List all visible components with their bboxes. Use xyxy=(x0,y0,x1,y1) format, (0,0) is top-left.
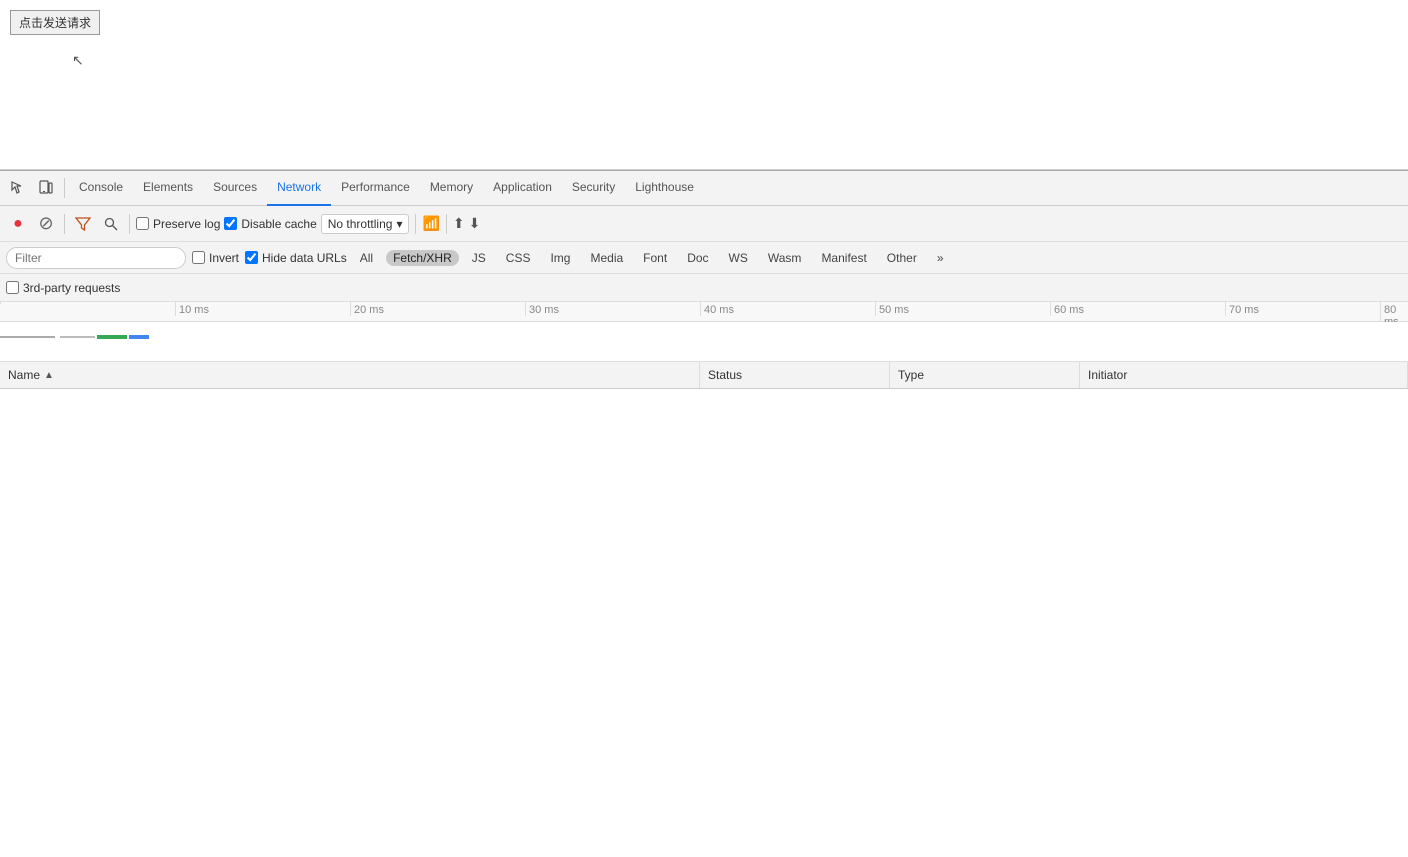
filter-input[interactable] xyxy=(6,247,186,269)
timeline-area: 10 ms 20 ms 30 ms 40 ms 50 ms 60 ms 70 m… xyxy=(0,302,1408,362)
timeline-waterfall xyxy=(0,334,149,340)
filter-chip-media[interactable]: Media xyxy=(583,250,630,266)
filter-requests-button[interactable] xyxy=(71,212,95,236)
wf-segment-green xyxy=(97,335,127,339)
filter-bar: Invert Hide data URLs All Fetch/XHR JS C… xyxy=(0,242,1408,274)
ruler-40ms: 40 ms xyxy=(700,302,734,316)
filter-chip-more[interactable]: » xyxy=(930,250,951,266)
page-area: 点击发送请求 ↖ xyxy=(0,0,1408,170)
ruler-30ms: 30 ms xyxy=(525,302,559,316)
inspect-element-icon[interactable] xyxy=(4,174,32,202)
invert-checkbox[interactable] xyxy=(192,251,205,264)
ruler-0ms xyxy=(0,302,4,304)
filter-chip-manifest[interactable]: Manifest xyxy=(814,250,873,266)
tab-console[interactable]: Console xyxy=(69,171,133,206)
th-type[interactable]: Type xyxy=(890,362,1080,388)
th-status[interactable]: Status xyxy=(700,362,890,388)
filter-chip-doc[interactable]: Doc xyxy=(680,250,715,266)
wf-segment-2 xyxy=(60,336,95,338)
sort-arrow-name: ▲ xyxy=(44,370,54,381)
timeline-ruler: 10 ms 20 ms 30 ms 40 ms 50 ms 60 ms 70 m… xyxy=(0,302,1408,322)
send-request-button[interactable]: 点击发送请求 xyxy=(10,10,100,35)
invert-label[interactable]: Invert xyxy=(192,251,239,265)
filter-chip-all[interactable]: All xyxy=(353,250,380,266)
import-har-icon[interactable]: ⬆ xyxy=(453,215,465,232)
ruler-20ms: 20 ms xyxy=(350,302,384,316)
tab-security[interactable]: Security xyxy=(562,171,625,206)
ruler-70ms: 70 ms xyxy=(1225,302,1259,316)
filter-chip-ws[interactable]: WS xyxy=(722,250,755,266)
tab-elements[interactable]: Elements xyxy=(133,171,203,206)
filter-chip-font[interactable]: Font xyxy=(636,250,674,266)
search-button[interactable] xyxy=(99,212,123,236)
stop-button[interactable]: ⊘ xyxy=(34,212,58,236)
disable-cache-label[interactable]: Disable cache xyxy=(224,217,316,231)
disable-cache-checkbox[interactable] xyxy=(224,217,237,230)
tab-sources[interactable]: Sources xyxy=(203,171,267,206)
th-initiator[interactable]: Initiator xyxy=(1080,362,1408,388)
network-toolbar: ● ⊘ Preserve log Disable cache No thrott… xyxy=(0,206,1408,242)
network-table: Name ▲ Status Type Initiator xyxy=(0,362,1408,857)
wifi-settings-icon[interactable]: 📶 xyxy=(422,215,439,232)
toolbar-sep-3 xyxy=(415,214,416,234)
devtools-panel: Console Elements Sources Network Perform… xyxy=(0,170,1408,857)
cursor-indicator: ↖ xyxy=(72,52,84,69)
tab-network[interactable]: Network xyxy=(267,171,331,206)
filter-chip-other[interactable]: Other xyxy=(880,250,924,266)
filter-chip-wasm[interactable]: Wasm xyxy=(761,250,809,266)
timeline-body xyxy=(0,322,1408,362)
filter-chip-fetch-xhr[interactable]: Fetch/XHR xyxy=(386,250,459,266)
hide-data-urls-checkbox[interactable] xyxy=(245,251,258,264)
filter-chip-css[interactable]: CSS xyxy=(499,250,538,266)
third-party-label[interactable]: 3rd-party requests xyxy=(6,281,120,295)
table-header: Name ▲ Status Type Initiator xyxy=(0,362,1408,389)
ruler-60ms: 60 ms xyxy=(1050,302,1084,316)
throttle-dropdown-arrow: ▾ xyxy=(396,217,402,231)
preserve-log-label[interactable]: Preserve log xyxy=(136,217,220,231)
tab-application[interactable]: Application xyxy=(483,171,562,206)
th-name[interactable]: Name ▲ xyxy=(0,362,700,388)
filter-chip-js[interactable]: JS xyxy=(465,250,493,266)
export-har-icon[interactable]: ⬇ xyxy=(469,215,481,232)
devtools-tab-bar: Console Elements Sources Network Perform… xyxy=(0,171,1408,206)
toolbar-sep-2 xyxy=(129,214,130,234)
table-body xyxy=(0,389,1408,689)
third-party-checkbox[interactable] xyxy=(6,281,19,294)
tab-memory[interactable]: Memory xyxy=(420,171,483,206)
toolbar-sep-4 xyxy=(446,214,447,234)
toolbar-sep-1 xyxy=(64,214,65,234)
filter-chip-img[interactable]: Img xyxy=(543,250,577,266)
throttle-select[interactable]: No throttling ▾ xyxy=(321,214,410,234)
tab-lighthouse[interactable]: Lighthouse xyxy=(625,171,704,206)
wf-segment-1 xyxy=(0,336,55,338)
hide-data-urls-label[interactable]: Hide data URLs xyxy=(245,251,347,265)
third-party-bar: 3rd-party requests xyxy=(0,274,1408,302)
ruler-50ms: 50 ms xyxy=(875,302,909,316)
preserve-log-checkbox[interactable] xyxy=(136,217,149,230)
record-button[interactable]: ● xyxy=(6,212,30,236)
wf-segment-blue xyxy=(129,335,149,339)
device-toolbar-icon[interactable] xyxy=(32,174,60,202)
tab-separator xyxy=(64,178,65,198)
tab-performance[interactable]: Performance xyxy=(331,171,420,206)
ruler-10ms: 10 ms xyxy=(175,302,209,316)
